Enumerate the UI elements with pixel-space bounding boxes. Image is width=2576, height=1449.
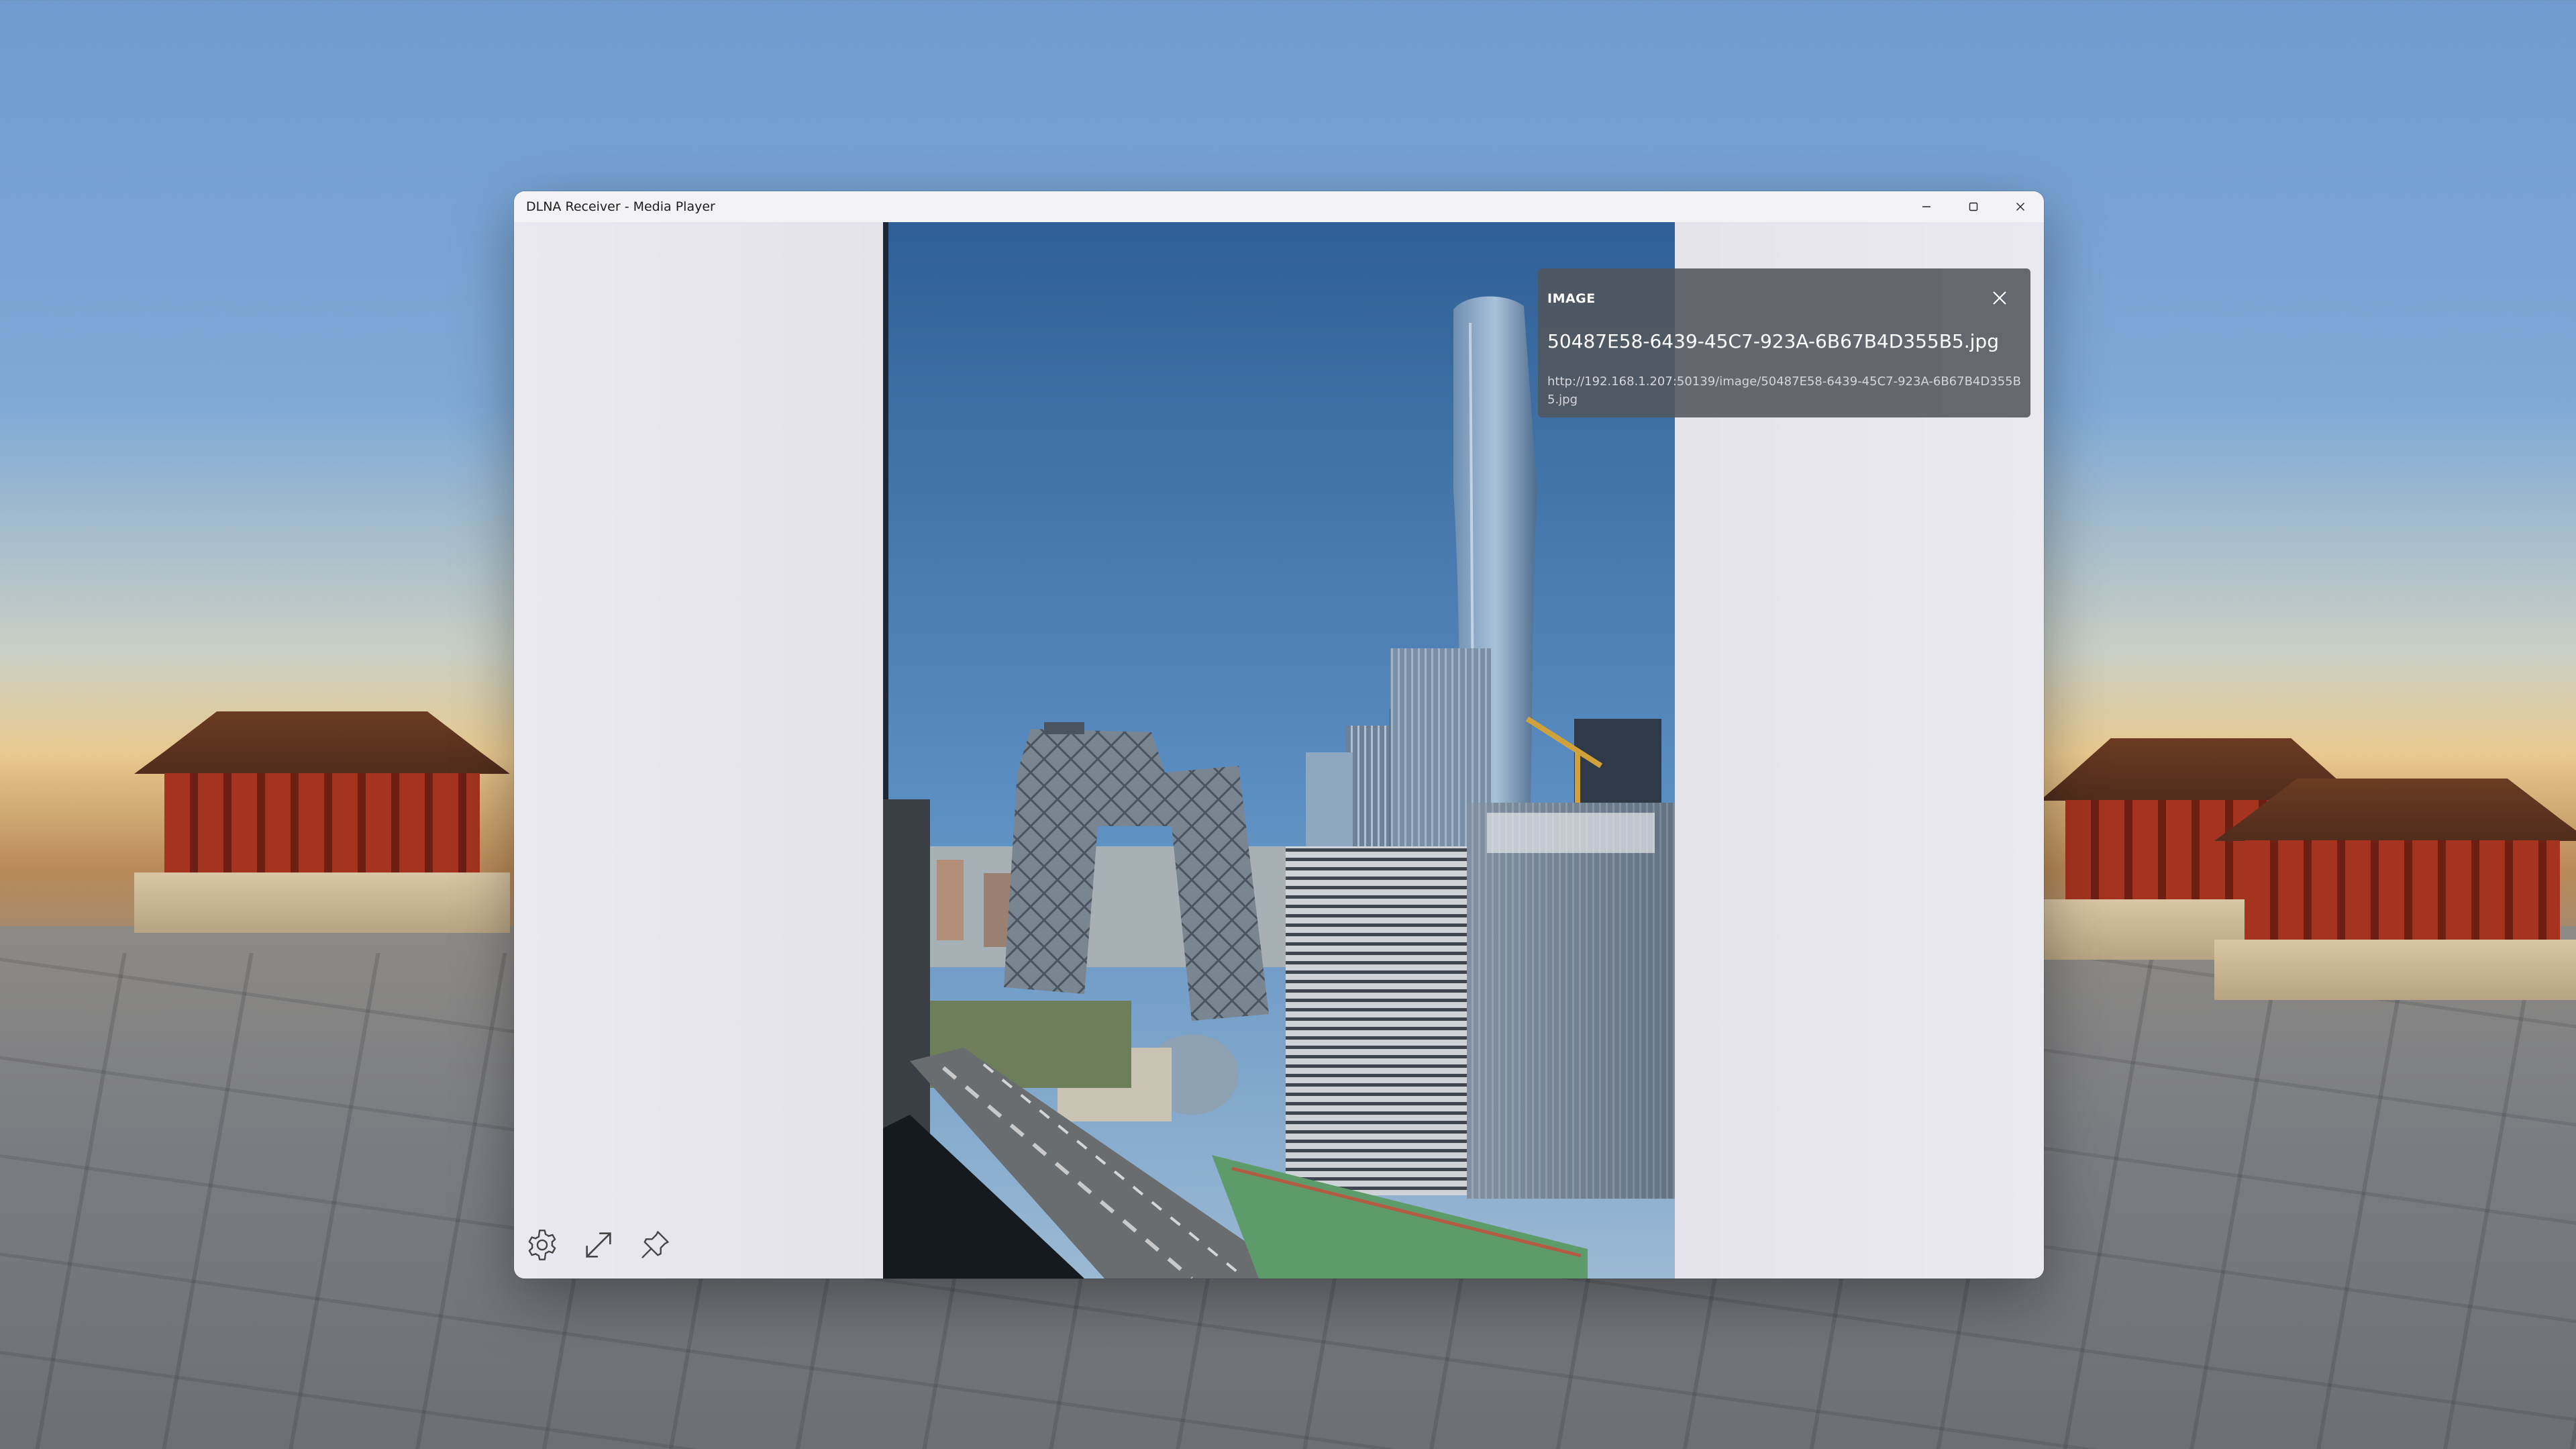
player-toolbar — [523, 1226, 674, 1264]
minimize-button[interactable] — [1903, 191, 1950, 222]
close-icon — [2016, 203, 2024, 211]
media-content-area: IMAGE 50487E58-6439-45C7-923A-6B67B4D355… — [514, 222, 2044, 1279]
wallpaper-palace-far-right — [2214, 779, 2576, 1000]
fullscreen-icon — [586, 1232, 611, 1258]
media-file-name: 50487E58-6439-45C7-923A-6B67B4D355B5.jpg — [1547, 330, 1999, 352]
media-info-panel: IMAGE 50487E58-6439-45C7-923A-6B67B4D355… — [1538, 268, 2030, 417]
letterbox-left — [514, 222, 883, 1279]
maximize-icon — [1969, 202, 1978, 211]
media-player-window: DLNA Receiver - Media Player IMAGE 50487… — [514, 191, 2044, 1279]
pin-icon — [641, 1231, 669, 1258]
caption-buttons — [1903, 191, 2044, 222]
media-type-label: IMAGE — [1547, 291, 1596, 306]
maximize-button[interactable] — [1950, 191, 1997, 222]
fullscreen-button[interactable] — [580, 1226, 617, 1264]
settings-button[interactable] — [523, 1226, 561, 1264]
gear-icon — [528, 1230, 556, 1260]
minimize-icon — [1922, 206, 1930, 207]
title-bar[interactable]: DLNA Receiver - Media Player — [514, 191, 2044, 222]
close-button[interactable] — [1997, 191, 2044, 222]
close-icon — [1993, 291, 2006, 305]
info-close-button[interactable] — [1989, 287, 2010, 309]
pin-button[interactable] — [636, 1226, 674, 1264]
wallpaper-palace-left — [134, 711, 510, 933]
media-url: http://192.168.1.207:50139/image/50487E5… — [1547, 374, 2021, 407]
window-title: DLNA Receiver - Media Player — [526, 199, 715, 214]
